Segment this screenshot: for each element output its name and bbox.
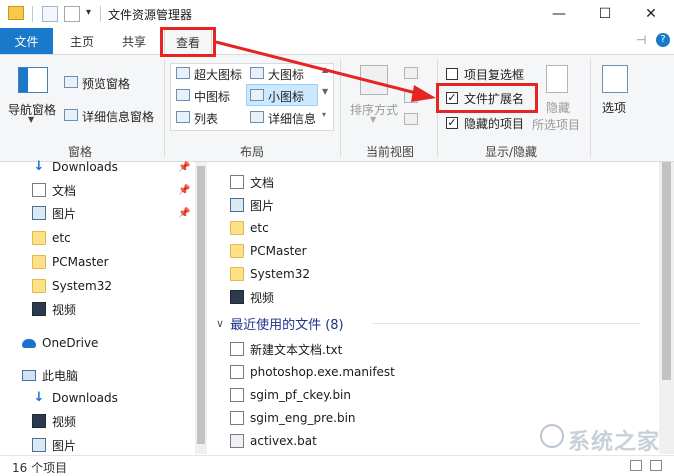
nav-item[interactable]: ↓ Downloads [32,387,118,409]
nav-scrollbar-thumb[interactable] [197,166,205,444]
navigation-pane: ↓ Downloads 📌 文档 📌 图片 📌 etc PCMaster Sys… [0,160,207,456]
list-item-label: 视频 [250,290,275,305]
group-header-divider [372,323,640,324]
list-item-label: activex.bat [250,434,317,448]
large-icons-view-button[interactable] [650,460,662,471]
watermark-text: 系统之家 [568,429,661,455]
folder-icon [32,279,46,293]
list-item-label: photoshop.exe.manifest [250,365,395,379]
list-item[interactable]: 新建文本文档.txt [230,338,342,360]
list-item[interactable]: sgim_pf_ckey.bin [230,384,351,406]
folder-icon [230,267,244,281]
folder-icon [230,221,244,235]
batch-file-icon [230,434,244,448]
nav-item-this-pc[interactable]: 此电脑 [22,364,78,386]
download-icon: ↓ [33,390,45,405]
recent-files-group-header[interactable]: ∨ 最近使用的文件 (8) [216,312,344,334]
picture-icon [230,198,244,212]
nav-item-label: 视频 [52,302,77,317]
document-icon [230,175,244,189]
file-list: 文档 图片 etc PCMaster System32 视频 ∨ 最近使用的文件… [208,162,659,454]
nav-item-label: Downloads [52,391,118,405]
list-item[interactable]: System32 [230,263,310,285]
list-item-label: 文档 [250,175,275,190]
list-item[interactable]: 文档 [230,171,274,193]
list-item-label: PCMaster [250,244,307,258]
folder-icon [32,255,46,269]
computer-icon [22,369,36,381]
nav-item-onedrive[interactable]: OneDrive [22,332,98,354]
list-item[interactable]: activex.bat [230,430,317,452]
nav-item[interactable]: 视频 [32,298,76,320]
video-icon [32,302,46,316]
watermark: 系统之家 [540,418,670,458]
file-icon [230,388,244,402]
nav-scrollbar[interactable] [195,162,207,454]
download-icon: ↓ [33,159,45,174]
list-item[interactable]: sgim_eng_pre.bin [230,407,356,429]
picture-icon [32,438,46,452]
list-item[interactable]: photoshop.exe.manifest [230,361,395,383]
cloud-icon [22,338,36,348]
nav-item-label: PCMaster [52,255,109,269]
list-item-label: 图片 [250,198,275,213]
list-item[interactable]: 图片 [230,194,274,216]
file-icon [230,365,244,379]
nav-item[interactable]: 图片 [32,202,76,224]
nav-item[interactable]: System32 [32,275,112,297]
group-header-label: 最近使用的文件 (8) [230,317,344,333]
details-view-button[interactable] [630,460,642,471]
nav-item-label: 文档 [52,183,77,198]
nav-item-label: 图片 [52,438,77,453]
nav-item[interactable]: 视频 [32,410,76,432]
watermark-logo [540,424,564,448]
nav-item[interactable]: PCMaster [32,251,109,273]
nav-item-label: System32 [52,279,113,293]
pin-icon[interactable]: 📌 [178,185,190,196]
list-item-label: System32 [250,267,311,281]
nav-item-label: 视频 [52,414,77,429]
list-item-label: sgim_eng_pre.bin [250,411,356,425]
status-bar: 16 个项目 [0,455,674,476]
folder-icon [32,231,46,245]
picture-icon [32,206,46,220]
content-scrollbar[interactable] [659,162,674,454]
nav-item[interactable]: etc [32,227,71,249]
video-icon [230,290,244,304]
list-item[interactable]: 视频 [230,286,274,308]
arrow-shaft [215,40,421,96]
nav-item[interactable]: 文档 [32,179,76,201]
document-icon [32,183,46,197]
nav-item[interactable]: ↓ Downloads [32,156,118,178]
video-icon [32,414,46,428]
folder-icon [230,244,244,258]
arrow-head [411,85,436,102]
text-file-icon [230,342,244,356]
list-item[interactable]: etc [230,217,269,239]
list-item-label: 新建文本文档.txt [250,342,343,357]
nav-item-label: 此电脑 [42,368,79,383]
list-item-label: etc [250,221,269,235]
list-item-label: sgim_pf_ckey.bin [250,388,351,402]
list-item[interactable]: PCMaster [230,240,307,262]
item-count: 16 个项目 [12,461,68,475]
nav-item-label: OneDrive [42,336,99,350]
nav-item-label: Downloads [52,160,118,174]
pin-icon[interactable]: 📌 [178,208,190,219]
nav-item[interactable]: 图片 [32,434,76,456]
nav-item-label: etc [52,231,71,245]
file-icon [230,411,244,425]
pin-icon[interactable]: 📌 [178,162,190,173]
content-scrollbar-thumb[interactable] [662,162,671,380]
chevron-down-icon: ∨ [216,316,225,330]
nav-item-label: 图片 [52,206,77,221]
